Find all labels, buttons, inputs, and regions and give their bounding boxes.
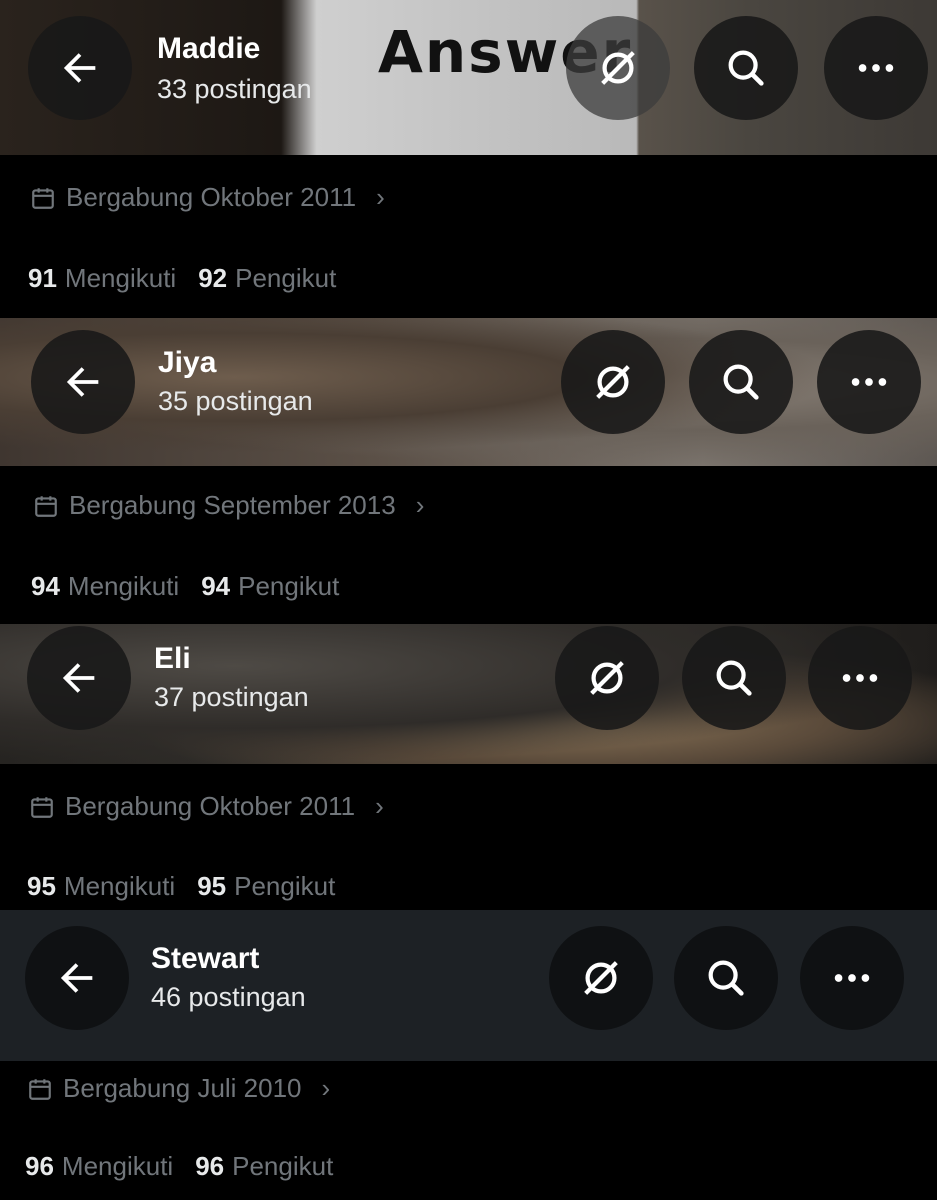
search-button[interactable] [689,330,793,434]
search-button[interactable] [682,626,786,730]
search-button[interactable] [674,926,778,1030]
back-button[interactable] [25,926,129,1030]
chevron-right-icon: › [376,182,385,212]
back-button[interactable] [31,330,135,434]
join-date-text: Bergabung September 2013 [69,490,396,520]
more-button[interactable] [808,626,912,730]
following-count[interactable]: 95 [27,871,56,902]
profile-header-eli: Eli 37 postingan [0,624,937,764]
followers-label[interactable]: Pengikut [234,871,335,902]
grok-icon [590,661,624,695]
followers-label[interactable]: Pengikut [238,571,339,602]
chevron-right-icon: › [321,1073,331,1103]
followers-count[interactable]: 94 [201,571,230,602]
followers-count[interactable]: 96 [195,1151,224,1182]
join-date[interactable]: Bergabung Oktober 2011 › [30,182,385,213]
join-date[interactable]: Bergabung Oktober 2011 › [29,791,384,822]
follow-stats: 91 Mengikuti 92 Pengikut [28,263,350,294]
post-count: 35 postingan [158,386,313,416]
follow-stats: 96 Mengikuti 96 Pengikut [25,1151,347,1182]
post-count: 46 postingan [151,982,306,1012]
back-arrow-icon [66,367,99,397]
join-date-text: Bergabung Juli 2010 [63,1073,302,1103]
calendar-icon [32,187,54,209]
profile-header-jiya: Jiya 35 postingan [0,318,937,466]
search-icon [716,660,752,696]
profile-header-maddie: Answer Maddie 33 postingan [0,0,937,155]
followers-label[interactable]: Pengikut [232,1151,333,1182]
profile-name: Stewart [151,942,260,975]
grok-icon [584,961,618,995]
grok-icon [596,365,630,399]
post-count: 33 postingan [157,74,312,104]
post-count: 37 postingan [154,682,309,712]
profile-name: Maddie [157,32,261,65]
follow-stats: 95 Mengikuti 95 Pengikut [27,871,349,902]
following-label[interactable]: Mengikuti [64,871,175,902]
followers-count[interactable]: 92 [198,263,227,294]
more-button[interactable] [800,926,904,1030]
back-button[interactable] [27,626,131,730]
search-icon [708,960,744,996]
following-label[interactable]: Mengikuti [65,263,176,294]
grok-button[interactable] [566,16,670,120]
calendar-icon [35,495,57,517]
more-icon [842,674,878,682]
more-button[interactable] [817,330,921,434]
followers-count[interactable]: 95 [197,871,226,902]
followers-label[interactable]: Pengikut [235,263,336,294]
following-count[interactable]: 91 [28,263,57,294]
follow-stats: 94 Mengikuti 94 Pengikut [31,571,353,602]
back-arrow-icon [63,53,96,83]
calendar-icon [31,796,53,818]
grok-button[interactable] [555,626,659,730]
profile-name: Eli [154,642,191,675]
following-count[interactable]: 96 [25,1151,54,1182]
join-date-text: Bergabung Oktober 2011 [65,791,356,821]
back-arrow-icon [62,663,95,693]
back-button[interactable] [28,16,132,120]
more-icon [834,974,870,982]
search-button[interactable] [694,16,798,120]
join-date[interactable]: Bergabung September 2013 › [33,490,424,521]
grok-button[interactable] [549,926,653,1030]
more-icon [851,378,887,386]
following-count[interactable]: 94 [31,571,60,602]
chevron-right-icon: › [415,490,425,520]
join-date[interactable]: Bergabung Juli 2010 › [27,1073,330,1104]
following-label[interactable]: Mengikuti [68,571,179,602]
grok-icon [601,51,635,85]
chevron-right-icon: › [375,791,384,821]
search-icon [723,364,759,400]
search-icon [728,50,764,86]
calendar-icon [29,1078,51,1100]
join-date-text: Bergabung Oktober 2011 [66,182,357,212]
following-label[interactable]: Mengikuti [62,1151,173,1182]
back-arrow-icon [60,963,93,993]
profile-header-stewart: Stewart 46 postingan [0,910,937,1061]
profile-name: Jiya [158,346,217,379]
more-icon [858,64,894,72]
grok-button[interactable] [561,330,665,434]
more-button[interactable] [824,16,928,120]
